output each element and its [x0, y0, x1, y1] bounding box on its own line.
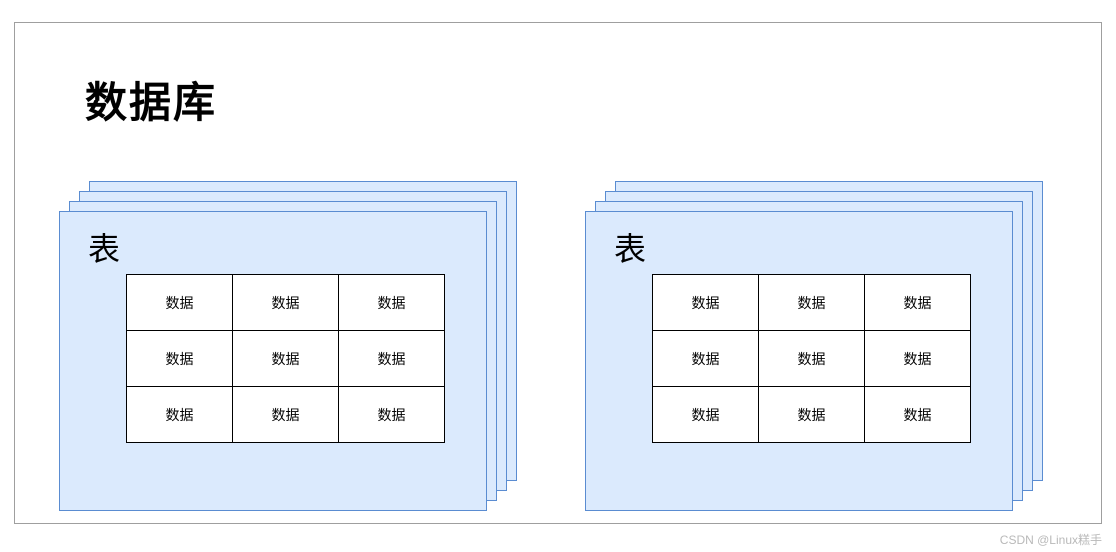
database-container: 数据库 表 数据 数据 数据 数据 数据 数据 数据 数据	[14, 22, 1102, 524]
table-label: 表	[614, 224, 646, 270]
table-stack-right: 表 数据 数据 数据 数据 数据 数据 数据 数据 数据	[585, 181, 1045, 501]
table-row: 数据 数据 数据	[653, 275, 971, 331]
table-stack-left: 表 数据 数据 数据 数据 数据 数据 数据 数据 数据	[59, 181, 519, 501]
data-grid: 数据 数据 数据 数据 数据 数据 数据 数据 数据	[126, 274, 445, 443]
data-cell: 数据	[759, 331, 865, 387]
data-cell: 数据	[653, 331, 759, 387]
data-cell: 数据	[653, 275, 759, 331]
data-cell: 数据	[233, 387, 339, 443]
data-cell: 数据	[865, 331, 971, 387]
database-title: 数据库	[85, 69, 217, 130]
data-cell: 数据	[865, 275, 971, 331]
table-label: 表	[88, 224, 120, 270]
data-cell: 数据	[339, 331, 445, 387]
data-cell: 数据	[233, 331, 339, 387]
table-row: 数据 数据 数据	[127, 387, 445, 443]
data-cell: 数据	[653, 387, 759, 443]
data-cell: 数据	[759, 275, 865, 331]
table-row: 数据 数据 数据	[653, 387, 971, 443]
data-cell: 数据	[127, 275, 233, 331]
table-row: 数据 数据 数据	[653, 331, 971, 387]
stack-card-front: 表 数据 数据 数据 数据 数据 数据 数据 数据 数据	[59, 211, 487, 511]
data-grid: 数据 数据 数据 数据 数据 数据 数据 数据 数据	[652, 274, 971, 443]
stack-card-front: 表 数据 数据 数据 数据 数据 数据 数据 数据 数据	[585, 211, 1013, 511]
data-cell: 数据	[759, 387, 865, 443]
watermark-text: CSDN @Linux糕手	[1000, 531, 1102, 548]
table-row: 数据 数据 数据	[127, 331, 445, 387]
data-cell: 数据	[339, 275, 445, 331]
data-cell: 数据	[865, 387, 971, 443]
data-cell: 数据	[339, 387, 445, 443]
table-row: 数据 数据 数据	[127, 275, 445, 331]
data-cell: 数据	[127, 331, 233, 387]
data-cell: 数据	[233, 275, 339, 331]
data-cell: 数据	[127, 387, 233, 443]
